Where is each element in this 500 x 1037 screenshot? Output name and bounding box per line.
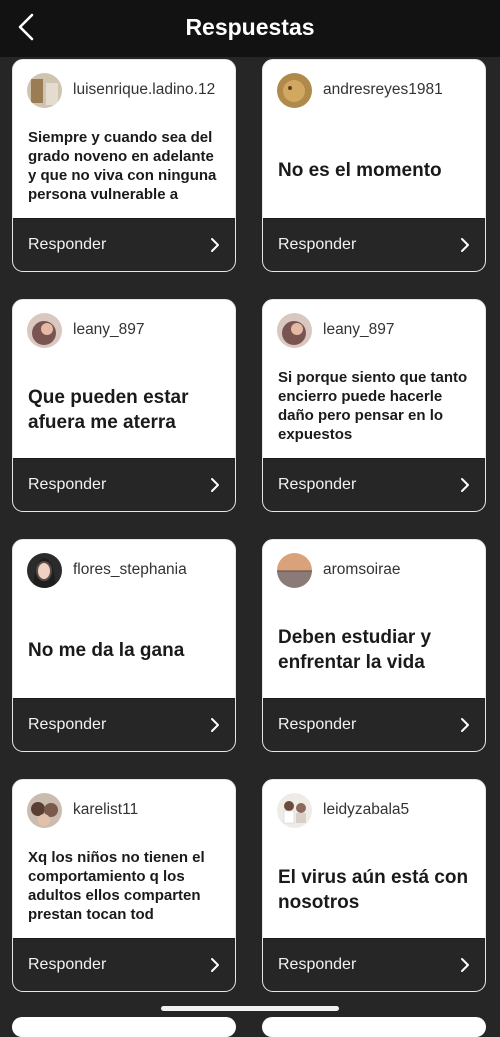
- reply-button[interactable]: Responder: [13, 458, 235, 511]
- reply-button[interactable]: Responder: [263, 218, 485, 271]
- response-text: No me da la gana: [28, 639, 185, 661]
- chevron-right-icon: [461, 238, 469, 252]
- reply-label: Responder: [28, 716, 107, 733]
- card-header: leany_897: [277, 312, 477, 348]
- card-header: flores_stephania: [27, 552, 227, 588]
- username[interactable]: leany_897: [323, 321, 395, 339]
- reply-label: Responder: [28, 956, 107, 973]
- avatar[interactable]: [27, 312, 62, 348]
- reply-button[interactable]: Responder: [263, 458, 485, 511]
- response-text: No es el momento: [278, 159, 442, 181]
- chevron-right-icon: [211, 238, 219, 252]
- response-text: Que pueden estar afuera me aterra: [28, 387, 189, 433]
- card-header: luisenrique.ladino.12: [27, 72, 227, 108]
- avatar[interactable]: [27, 552, 62, 588]
- response-text: Xq los niños no tienen el comportamiento…: [28, 849, 205, 923]
- card-header: andresreyes1981: [277, 72, 477, 108]
- top-bar: Respuestas: [0, 0, 500, 57]
- reply-label: Responder: [28, 236, 107, 253]
- response-text: Siempre y cuando sea del grado noveno en…: [28, 129, 217, 203]
- chevron-right-icon: [461, 958, 469, 972]
- response-card: luisenrique.ladino.12 Siempre y cuando s…: [12, 59, 236, 272]
- avatar[interactable]: [277, 792, 312, 828]
- reply-button[interactable]: Responder: [263, 698, 485, 751]
- avatar[interactable]: [27, 792, 62, 828]
- response-card: karelist11 Xq los niños no tienen el com…: [12, 779, 236, 992]
- response-card: aromsoirae Deben estudiar y enfrentar la…: [262, 539, 486, 752]
- reply-label: Responder: [28, 476, 107, 493]
- reply-label: Responder: [278, 956, 357, 973]
- username[interactable]: andresreyes1981: [323, 81, 443, 99]
- response-card: flores_stephania No me da la gana Respon…: [12, 539, 236, 752]
- card-header: leidyzabala5: [277, 792, 477, 828]
- reply-button[interactable]: Responder: [13, 698, 235, 751]
- response-text: El virus aún está con nosotros: [278, 867, 469, 913]
- response-text: Si porque siento que tanto encierro pued…: [278, 369, 468, 443]
- chevron-right-icon: [211, 958, 219, 972]
- next-card-peek: [262, 1017, 486, 1037]
- card-header: aromsoirae: [277, 552, 477, 588]
- reply-button[interactable]: Responder: [13, 938, 235, 991]
- avatar[interactable]: [27, 72, 62, 108]
- username[interactable]: flores_stephania: [73, 561, 187, 579]
- chevron-right-icon: [211, 478, 219, 492]
- avatar[interactable]: [277, 72, 312, 108]
- username[interactable]: leidyzabala5: [323, 801, 409, 819]
- next-card-peek: [12, 1017, 236, 1037]
- username[interactable]: aromsoirae: [323, 561, 401, 579]
- chevron-right-icon: [211, 718, 219, 732]
- username[interactable]: leany_897: [73, 321, 145, 339]
- page-title: Respuestas: [185, 14, 315, 40]
- chevron-right-icon: [461, 478, 469, 492]
- home-indicator[interactable]: [161, 1006, 339, 1011]
- username[interactable]: luisenrique.ladino.12: [73, 81, 215, 99]
- reply-button[interactable]: Responder: [13, 218, 235, 271]
- reply-button[interactable]: Responder: [263, 938, 485, 991]
- response-text: Deben estudiar y enfrentar la vida: [278, 627, 432, 673]
- card-header: karelist11: [27, 792, 227, 828]
- reply-label: Responder: [278, 236, 357, 253]
- response-card: leany_897 Si porque siento que tanto enc…: [262, 299, 486, 512]
- username[interactable]: karelist11: [73, 801, 138, 819]
- response-card: andresreyes1981 No es el momento Respond…: [262, 59, 486, 272]
- response-card: leany_897 Que pueden estar afuera me ate…: [12, 299, 236, 512]
- chevron-right-icon: [461, 718, 469, 732]
- response-card: leidyzabala5 El virus aún está con nosot…: [262, 779, 486, 992]
- reply-label: Responder: [278, 716, 357, 733]
- avatar[interactable]: [277, 552, 312, 588]
- card-header: leany_897: [27, 312, 227, 348]
- avatar[interactable]: [277, 312, 312, 348]
- reply-label: Responder: [278, 476, 357, 493]
